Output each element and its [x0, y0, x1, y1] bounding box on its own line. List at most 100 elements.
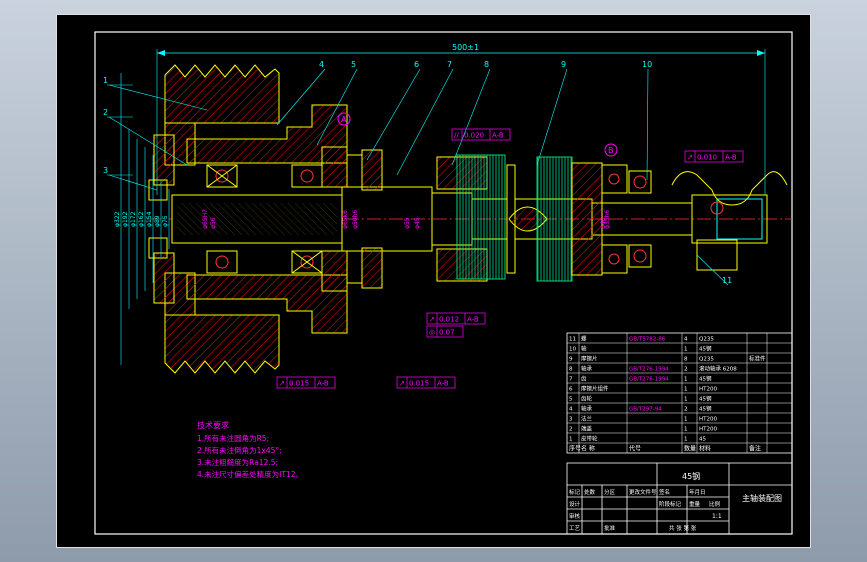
tolerance-datum-2: A-B — [467, 316, 479, 324]
diameter-label-0: φ322 — [114, 211, 121, 227]
tolerance-value-2: 0.012 — [439, 316, 459, 324]
balloon-8: 8 — [484, 60, 489, 69]
bom-cell-6-mat: 45钢 — [699, 395, 712, 403]
bom-cell-1-no: 10 — [569, 347, 576, 353]
title-material: 45钢 — [682, 471, 700, 481]
bom-cell-3-name: 轴承 — [581, 365, 593, 373]
bom-cell-7-no: 4 — [569, 407, 573, 413]
bom-cell-10-qty: 1 — [684, 437, 688, 443]
title-row-label-5: 年月日 — [689, 488, 706, 496]
tolerance-symbol-0: // — [454, 132, 459, 140]
diameter-label-1: φ192 — [122, 211, 129, 227]
bom-header-no: 序号 — [569, 445, 581, 453]
tolerance-symbol-2: ↗ — [429, 316, 435, 324]
bom-cell-4-mat: 45钢 — [699, 375, 712, 383]
bom-cell-5-mat: HT200 — [699, 387, 717, 393]
bom-cell-3-qty: 2 — [684, 367, 688, 373]
balloon-4: 4 — [319, 60, 324, 69]
bore-label-0: φ65H7 — [202, 209, 209, 229]
title-row-label-2: 分区 — [604, 488, 616, 496]
leader-8 — [451, 68, 491, 166]
diameter-label-6: φ75 — [162, 215, 169, 227]
shift-fork — [671, 171, 788, 271]
bore-label-1: φ56 — [210, 217, 217, 229]
balloon-11: 11 — [722, 276, 732, 285]
title-role-2: 工艺 — [569, 525, 581, 532]
bom-cell-8-qty: 1 — [684, 417, 688, 423]
bom-cell-8-name: 法兰 — [581, 415, 593, 423]
bom-cell-3-mat: 滚动轴承 6208 — [699, 365, 737, 373]
title-sheet-label: 共 张 第 张 — [669, 524, 697, 532]
tolerance-symbol-5: ↗ — [399, 380, 405, 388]
diameter-label-2: φ172 — [130, 211, 137, 227]
title-role-1: 审核 — [569, 512, 581, 520]
leader-10 — [646, 68, 649, 181]
tolerance-symbol-4: ↗ — [279, 380, 285, 388]
diameter-label-5: φ89 — [154, 215, 161, 227]
balloon-5: 5 — [351, 60, 356, 69]
datum-a: A — [341, 115, 347, 124]
title-row-label-1: 处数 — [584, 488, 596, 496]
clutch-pack — [436, 154, 628, 282]
leader-3 — [108, 174, 158, 191]
bom-cell-7-qty: 2 — [684, 407, 688, 413]
notes-title: 技术要求 — [197, 420, 229, 430]
note-2: 2.所有未注倒角为1x45°; — [197, 445, 282, 455]
note-4: 4.未注尺寸偏差处精度为IT12。 — [197, 469, 303, 479]
tolerance-datum-0: A-B — [492, 132, 504, 140]
bom-cell-5-qty: 1 — [684, 387, 688, 393]
tolerance-symbol-3: ◎ — [429, 329, 435, 337]
bom-cell-9-no: 2 — [569, 427, 573, 433]
balloon-9: 9 — [561, 60, 566, 69]
bom-cell-1-qty: 1 — [684, 347, 688, 353]
technical-notes: 技术要求 1.所有未注圆角为R5; 2.所有未注倒角为1x45°; 3.未注粗糙… — [197, 420, 303, 479]
tolerance-value-0: 0.020 — [464, 132, 484, 140]
bom-cell-1-mat: 45钢 — [699, 345, 712, 353]
shaft-label-0: φ65k6 — [342, 210, 349, 229]
bom-cell-7-code: GB/T297-94 — [629, 407, 662, 413]
title-scale: 1:1 — [712, 513, 722, 520]
bom-cell-0-code: GB/T5782-86 — [629, 337, 666, 343]
note-1: 1.所有未注圆角为R5; — [197, 433, 269, 443]
bom-header-name: 名 称 — [581, 445, 595, 453]
balloon-6: 6 — [414, 60, 419, 69]
balloon-3: 3 — [103, 166, 108, 175]
title-drawing-name: 主轴装配图 — [742, 493, 782, 503]
bom-header-qty: 数量 — [684, 445, 696, 453]
title-row-label-4: 签名 — [659, 488, 670, 496]
note-3: 3.未注粗糙度为Ra12.5; — [197, 457, 278, 467]
bom-cell-0-qty: 4 — [684, 337, 688, 343]
tolerance-value-3: 0.07 — [439, 329, 455, 337]
tolerance-symbol-1: ↗ — [687, 154, 693, 162]
bom-cell-9-mat: HT200 — [699, 427, 717, 433]
bom-cell-10-no: 1 — [569, 437, 573, 443]
tolerance-value-1: 0.010 — [697, 154, 717, 162]
shaft-label-2: φ55 — [404, 217, 411, 229]
bom-cell-7-name: 轴承 — [581, 405, 593, 413]
title-stage-label: 阶段标记 — [659, 500, 682, 508]
tolerance-value-5: 0.015 — [409, 380, 429, 388]
bom-cell-8-mat: HT200 — [699, 417, 717, 423]
bom-cell-6-name: 齿轮 — [581, 395, 593, 403]
balloon-7: 7 — [447, 60, 452, 69]
bom-header-note: 备注 — [749, 445, 761, 453]
leader-9 — [536, 68, 568, 166]
datum-b: B — [608, 146, 614, 155]
tolerance-value-4: 0.015 — [289, 380, 309, 388]
title-role-3: 批准 — [604, 524, 616, 532]
bom-cell-9-name: 端盖 — [581, 425, 593, 433]
bom-cell-2-qty: 8 — [684, 357, 688, 363]
bom-cell-0-name: 螺 — [581, 335, 587, 343]
bom-cell-6-qty: 1 — [684, 397, 688, 403]
bom-cell-0-mat: Q235 — [699, 337, 714, 343]
tolerance-datum-5: A-B — [437, 380, 449, 388]
bom-cell-5-name: 摩擦片组件 — [581, 385, 609, 393]
tolerance-datum-1: A-B — [725, 154, 737, 162]
bill-of-materials: 11 螺 GB/T5782-86 4 Q23510 轴 1 45钢9 摩擦片 8 Q235 标准件8 轴… — [566, 332, 793, 454]
assembly-drawing: 500±1 φ322 φ192 φ172 φ162 φ154 φ89 φ75 1234 5 6 7… — [94, 31, 793, 535]
bom-cell-4-name: 齿 — [581, 376, 587, 383]
balloon-2: 2 — [103, 108, 108, 117]
bom-cell-4-qty: 1 — [684, 377, 688, 383]
bom-cell-5-no: 6 — [569, 387, 573, 393]
title-block-text: 45钢 主轴装配图 标记 处数 分区 更改文件号 签名 年月日 设计 审核 工艺… — [569, 471, 782, 532]
